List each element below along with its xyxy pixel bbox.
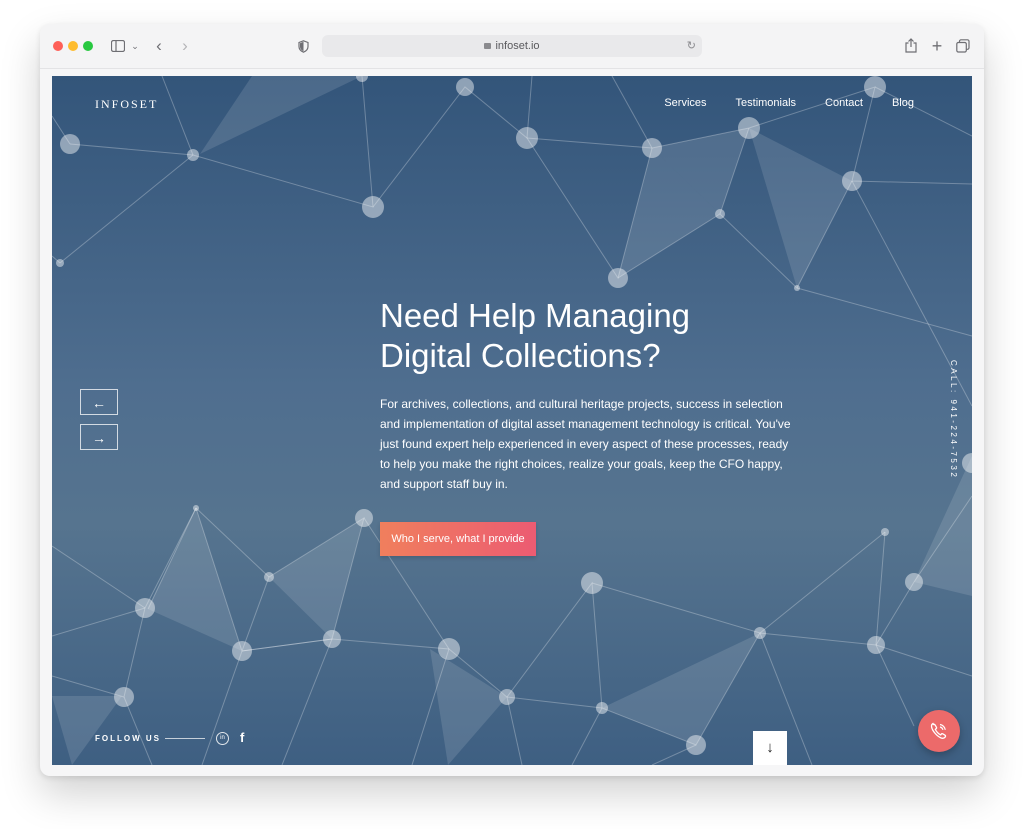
chevron-left-icon[interactable]: ‹: [152, 36, 166, 56]
share-icon[interactable]: [903, 36, 919, 56]
cta-button[interactable]: Who I serve, what I provide: [380, 522, 536, 556]
browser-window: ⌄ ‹ › infoset.io ↻ + INFOSET Services Te…: [40, 24, 984, 776]
nav-services[interactable]: Services: [664, 97, 706, 109]
nav-testimonials[interactable]: Testimonials: [736, 97, 797, 109]
chevron-right-icon[interactable]: ›: [178, 36, 192, 56]
slider-prev-button[interactable]: ←: [80, 389, 118, 415]
close-window-button[interactable]: [53, 41, 63, 51]
website-viewport: INFOSET Services Testimonials Contact Bl…: [52, 76, 972, 765]
address-bar[interactable]: infoset.io ↻: [322, 35, 702, 57]
hero-title-line-2: Digital Collections?: [380, 337, 661, 374]
zoom-window-button[interactable]: [83, 41, 93, 51]
browser-toolbar: ⌄ ‹ › infoset.io ↻ +: [40, 24, 984, 69]
follow-us-label: FOLLOW US: [95, 734, 161, 743]
shield-icon[interactable]: [296, 36, 310, 56]
url-text: infoset.io: [322, 35, 702, 57]
nav-contact[interactable]: Contact: [825, 97, 863, 109]
hero-description: For archives, collections, and cultural …: [380, 397, 791, 491]
tabs-overview-icon[interactable]: [954, 36, 972, 56]
hero-title: Need Help Managing Digital Collections?: [380, 296, 800, 376]
lock-icon: [484, 43, 492, 49]
nav-blog[interactable]: Blog: [892, 97, 914, 109]
reload-icon[interactable]: ↻: [687, 35, 696, 57]
arrow-right-icon: →: [92, 430, 106, 446]
main-nav: Services Testimonials Contact Blog: [664, 97, 914, 109]
plus-icon[interactable]: +: [929, 36, 945, 56]
facebook-icon[interactable]: f: [240, 730, 244, 745]
chevron-down-icon[interactable]: ⌄: [130, 36, 140, 56]
linkedin-icon[interactable]: in: [216, 732, 229, 745]
arrow-left-icon: ←: [92, 395, 106, 411]
scroll-down-button[interactable]: ↓: [753, 731, 787, 765]
call-phone-link[interactable]: CALL: 941-224-7532: [944, 360, 958, 490]
url-label: infoset.io: [495, 40, 540, 52]
arrow-down-icon: ↓: [766, 739, 774, 756]
phone-call-button[interactable]: [918, 710, 960, 752]
sidebar-icon[interactable]: [110, 36, 126, 56]
minimize-window-button[interactable]: [68, 41, 78, 51]
phone-icon: [930, 722, 947, 739]
page: ⌄ ‹ › infoset.io ↻ + INFOSET Services Te…: [0, 0, 1024, 829]
slider-next-button[interactable]: →: [80, 424, 118, 450]
site-logo[interactable]: INFOSET: [95, 97, 158, 112]
follow-divider: [165, 738, 205, 739]
hero-title-line-1: Need Help Managing: [380, 297, 691, 334]
